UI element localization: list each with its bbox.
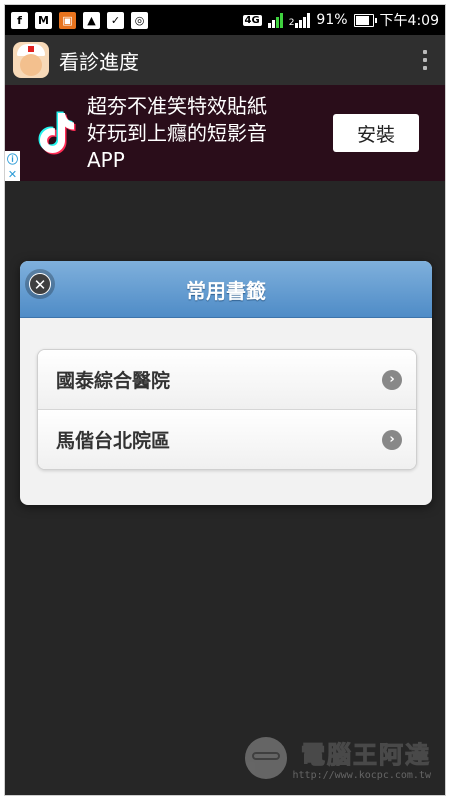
app-logo-icon	[13, 42, 49, 78]
dialog-close-button[interactable]: ✕	[25, 269, 55, 299]
bookmark-list: 國泰綜合醫院 › 馬偕台北院區 ›	[37, 349, 417, 470]
chevron-right-icon: ›	[382, 369, 402, 390]
dialog-title: 常用書籤	[186, 278, 266, 303]
network-type: 4G	[242, 14, 262, 26]
gmail-icon: M	[35, 11, 52, 29]
watermark-brand: 電腦王阿達	[301, 741, 431, 770]
dialog-header: ✕ 常用書籤	[20, 261, 432, 318]
close-icon[interactable]: ✕	[8, 168, 17, 181]
app-bar: 看診進度	[5, 35, 445, 85]
overflow-menu-icon[interactable]	[413, 50, 437, 70]
bookmark-label: 馬偕台北院區	[56, 430, 171, 452]
tiktok-logo-icon	[38, 111, 76, 155]
signal-icon	[267, 12, 283, 28]
chevron-right-icon: ›	[382, 429, 402, 450]
bookmark-item-mackay[interactable]: 馬偕台北院區 ›	[38, 409, 416, 469]
ad-banner[interactable]: 超夯不准笑特效貼紙 好玩到上癮的短影音 APP 安裝 ⓘ ✕	[5, 85, 445, 181]
ad-choices[interactable]: ⓘ ✕	[5, 151, 20, 181]
close-icon: ✕	[29, 273, 51, 295]
location-icon: ◎	[131, 11, 148, 29]
watermark: 電腦王阿達 http://www.kocpc.com.tw	[244, 735, 431, 781]
ad-text: 超夯不准笑特效貼紙 好玩到上癮的短影音 APP	[87, 93, 307, 174]
ad-line-2: 好玩到上癮的短影音	[87, 121, 267, 145]
phone-screen: f M ▣ ▲ ✓ ◎ 4G 2 91% 下午4:09 看診進度 超夯不准笑特效…	[4, 4, 446, 796]
ad-line-1: 超夯不准笑特效貼紙	[87, 94, 267, 118]
ad-line-3: APP	[87, 148, 125, 172]
watermark-mascot-icon	[244, 737, 287, 779]
app-title: 看診進度	[59, 49, 139, 74]
install-button[interactable]: 安裝	[333, 114, 419, 152]
info-icon[interactable]: ⓘ	[7, 151, 18, 167]
battery-icon	[353, 13, 377, 27]
delivery-icon: ✓	[107, 11, 124, 29]
status-bar: f M ▣ ▲ ✓ ◎ 4G 2 91% 下午4:09	[5, 5, 445, 35]
signal-sim2-icon: 2	[289, 12, 311, 28]
bookmark-label: 國泰綜合醫院	[56, 370, 171, 392]
clock: 下午4:09	[379, 13, 439, 29]
bookmark-item-cathay[interactable]: 國泰綜合醫院 ›	[38, 350, 416, 409]
image-icon: ▲	[83, 11, 100, 29]
facebook-icon: f	[11, 11, 28, 29]
bookmarks-dialog: ✕ 常用書籤 國泰綜合醫院 › 馬偕台北院區 ›	[20, 261, 432, 505]
sim-slot-label: 2	[288, 18, 295, 28]
battery-percent: 91%	[316, 12, 348, 28]
app-notification-icon: ▣	[59, 11, 76, 29]
watermark-url: http://www.kocpc.com.tw	[292, 770, 431, 781]
